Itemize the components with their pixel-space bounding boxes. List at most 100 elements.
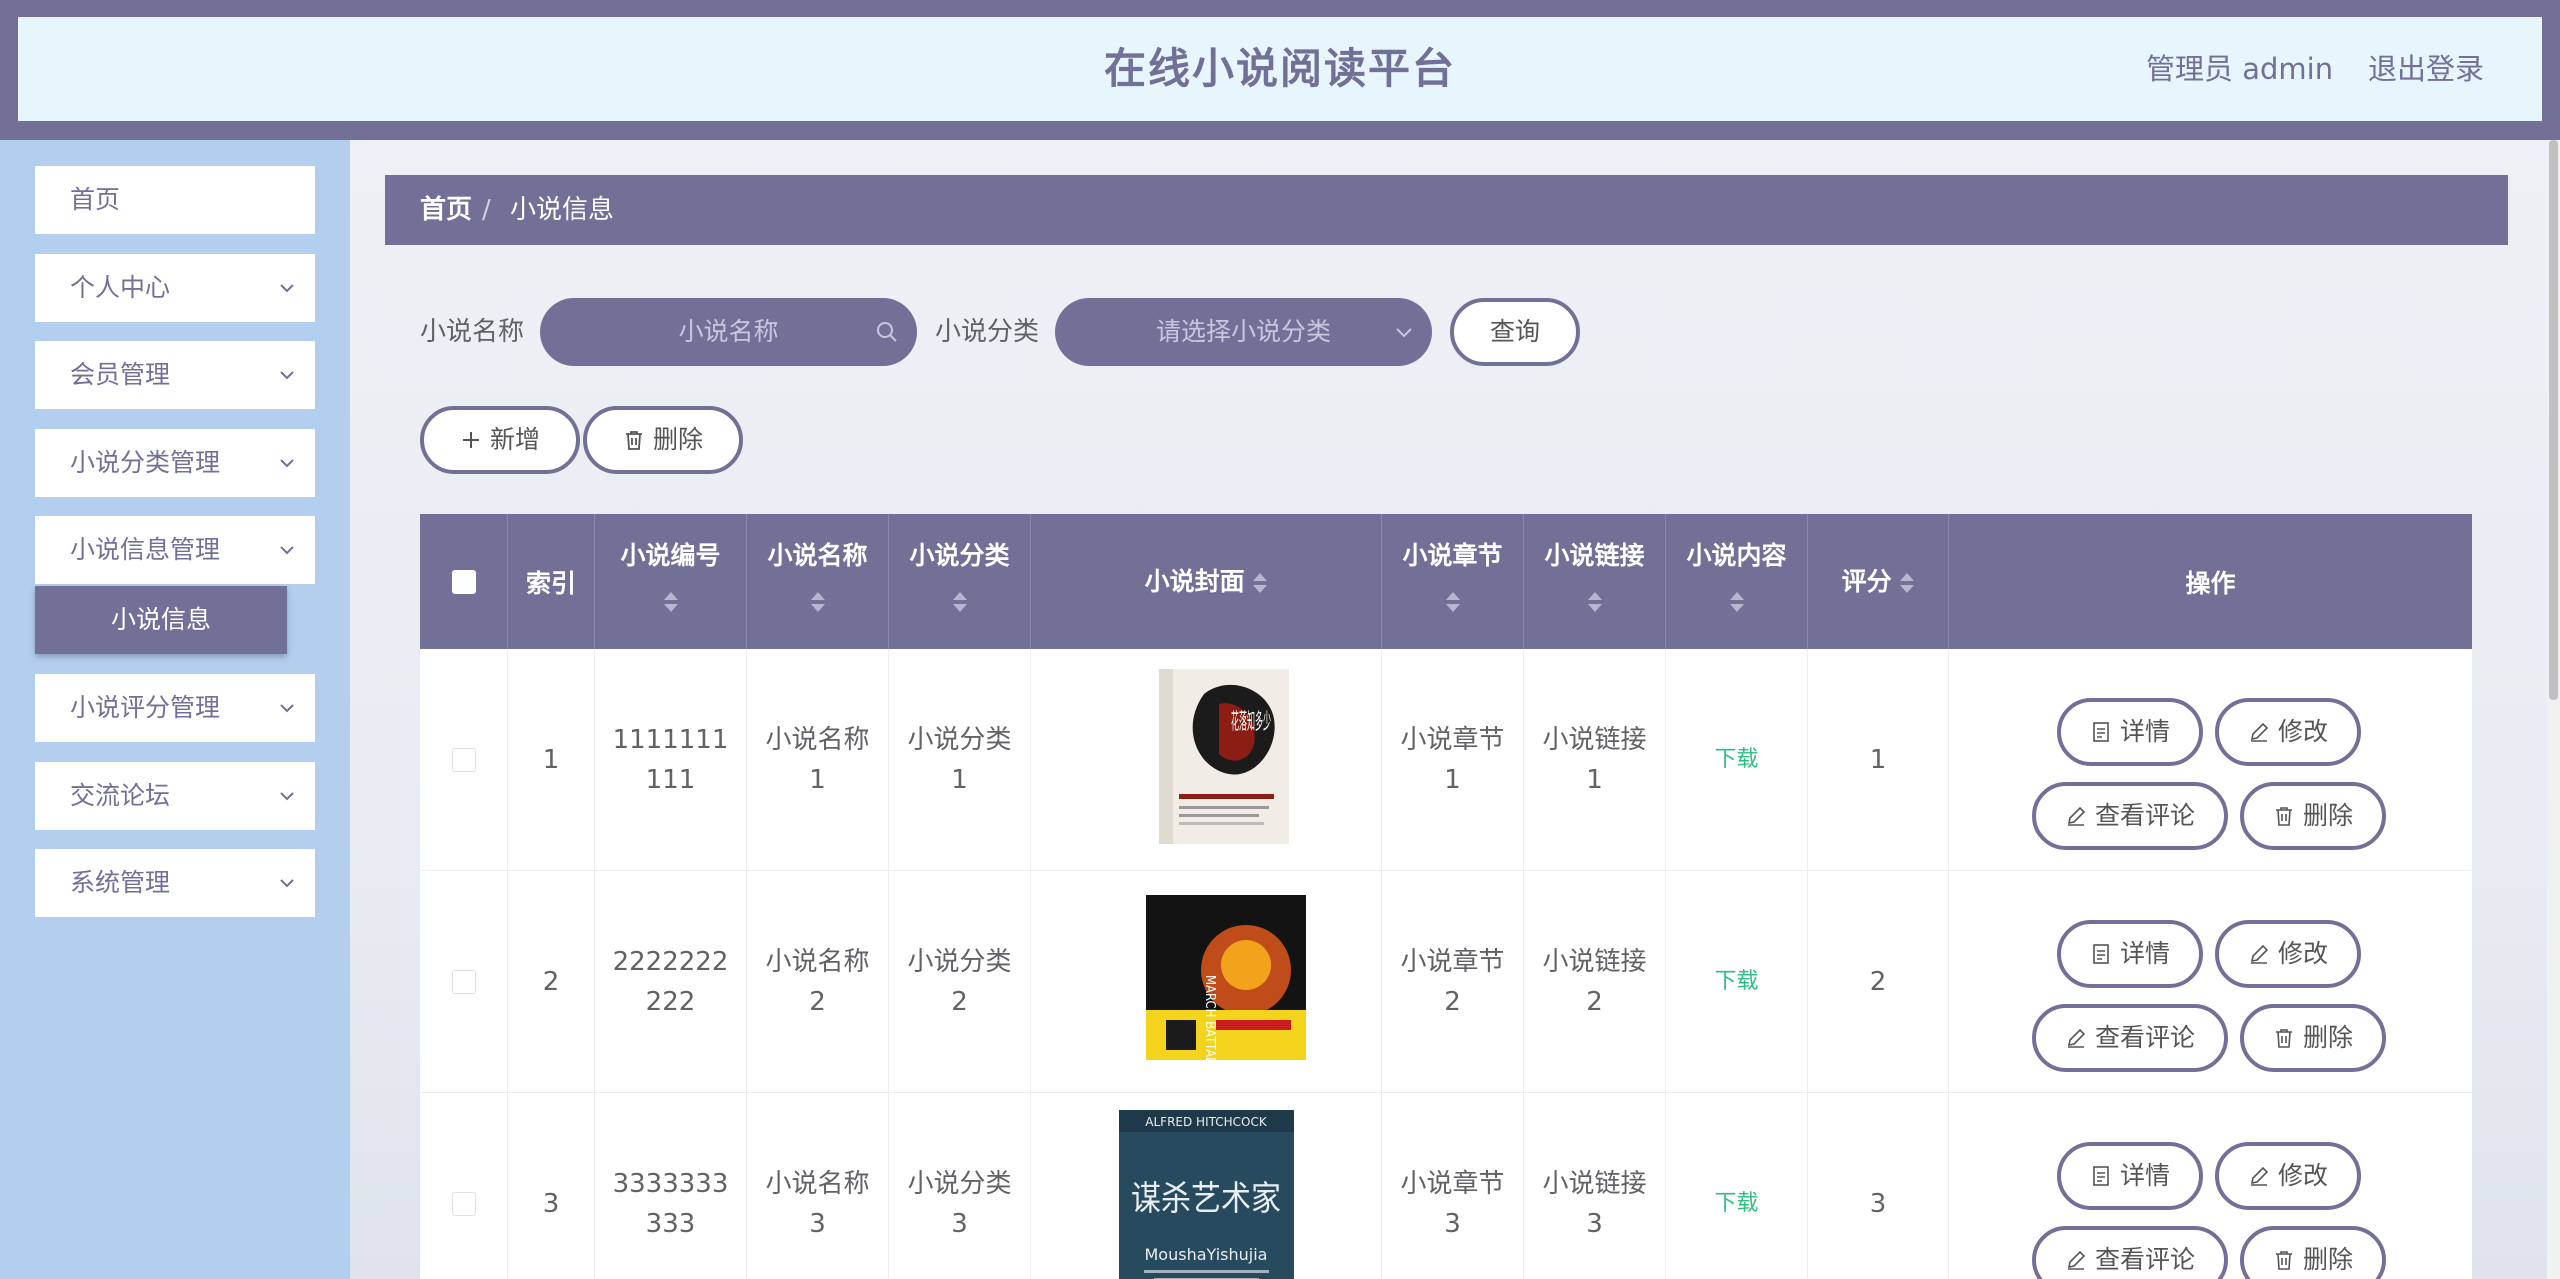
header-content-label: 小说内容: [1686, 541, 1787, 570]
cell-link: 小说链接1: [1524, 649, 1666, 870]
edit-icon: [2250, 722, 2269, 742]
edit-button-label: 修改: [2277, 1161, 2328, 1190]
sidebar-item-rating-management[interactable]: 小说评分管理: [35, 674, 315, 742]
cover-author-text: ALFRED HITCHCOCK: [1145, 1115, 1268, 1129]
cell-actions: 详情 修改 查看评论 删除: [1949, 649, 2472, 870]
table-row: 3 3333333333 小说名称3 小说分类3 ALFRED HITCHCOC…: [420, 1093, 2472, 1279]
cell-content: 下载: [1666, 649, 1808, 870]
sort-icon[interactable]: [810, 590, 825, 614]
category-search-label: 小说分类: [935, 317, 1040, 347]
row-checkbox[interactable]: [451, 969, 476, 994]
header-name-label: 小说名称: [767, 541, 868, 570]
row-checkbox[interactable]: [451, 1191, 476, 1216]
detail-button-label: 详情: [2119, 1161, 2170, 1190]
logout-link[interactable]: 退出登录: [2368, 17, 2484, 121]
sort-icon[interactable]: [1587, 590, 1602, 614]
query-button[interactable]: 查询: [1450, 298, 1580, 366]
delete-button[interactable]: 删除: [2240, 782, 2386, 850]
sort-icon[interactable]: [663, 590, 678, 614]
header-name[interactable]: 小说名称: [747, 514, 889, 649]
cell-code: 2222222222: [595, 871, 747, 1092]
row-select-cell: [420, 649, 508, 870]
sidebar-item-forum[interactable]: 交流论坛: [35, 762, 315, 830]
scrollbar-thumb[interactable]: [2549, 140, 2558, 700]
sidebar-item-novel-management[interactable]: 小说信息管理: [35, 516, 315, 584]
select-all-checkbox[interactable]: [451, 569, 476, 594]
header-score-label: 评分: [1841, 567, 1892, 596]
category-select[interactable]: 请选择小说分类: [1055, 298, 1432, 366]
sidebar-item-home[interactable]: 首页: [35, 166, 315, 234]
sidebar-item-system-management[interactable]: 系统管理: [35, 849, 315, 917]
detail-button[interactable]: 详情: [2057, 920, 2203, 988]
breadcrumb-home[interactable]: 首页: [420, 175, 472, 245]
sidebar-item-label: 首页: [70, 185, 121, 214]
delete-button[interactable]: 删除: [2240, 1226, 2386, 1279]
sort-icon[interactable]: [1729, 590, 1744, 614]
delete-button[interactable]: 删除: [2240, 1004, 2386, 1072]
download-link[interactable]: 下载: [1714, 962, 1758, 1002]
cell-category: 小说分类1: [889, 649, 1031, 870]
select-all-cell: [420, 514, 508, 649]
document-icon: [2093, 1166, 2109, 1186]
cell-index: 3: [508, 1093, 595, 1279]
detail-button-label: 详情: [2119, 717, 2170, 746]
cell-category: 小说分类3: [889, 1093, 1031, 1279]
cell-chapter: 小说章节1: [1382, 649, 1524, 870]
cover-image[interactable]: ALFRED HITCHCOCK 谋杀艺术家 MoushaYishujia: [1119, 1110, 1294, 1279]
sort-icon[interactable]: [1900, 571, 1915, 595]
cell-link: 小说链接2: [1524, 871, 1666, 1092]
page-scrollbar[interactable]: [2547, 140, 2560, 1279]
sidebar-item-personal-center[interactable]: 个人中心: [35, 254, 315, 322]
header-category[interactable]: 小说分类: [889, 514, 1031, 649]
delete-button-label: 删除: [2302, 1023, 2353, 1052]
name-search-placeholder: 小说名称: [678, 317, 779, 346]
cover-pinyin-text: MoushaYishujia: [1145, 1245, 1268, 1264]
view-comments-button[interactable]: 查看评论: [2032, 1226, 2228, 1279]
header-link-label: 小说链接: [1544, 541, 1645, 570]
view-comments-button[interactable]: 查看评论: [2032, 782, 2228, 850]
detail-button[interactable]: 详情: [2057, 698, 2203, 766]
novel-table: 索引 小说编号 小说名称 小说分类 小说封面 小说章节 小说链接 小说内容 评分…: [420, 514, 2472, 1279]
delete-button-label: 删除: [2302, 801, 2353, 830]
download-link[interactable]: 下载: [1714, 1184, 1758, 1224]
sidebar-item-label: 交流论坛: [70, 781, 171, 810]
header-chapter[interactable]: 小说章节: [1382, 514, 1524, 649]
sidebar-item-category-management[interactable]: 小说分类管理: [35, 429, 315, 497]
edit-icon: [2250, 1166, 2269, 1186]
header-link[interactable]: 小说链接: [1524, 514, 1666, 649]
view-comments-button[interactable]: 查看评论: [2032, 1004, 2228, 1072]
detail-button[interactable]: 详情: [2057, 1142, 2203, 1210]
header-content[interactable]: 小说内容: [1666, 514, 1808, 649]
header-score[interactable]: 评分: [1808, 514, 1949, 649]
cell-cover: MARCH BATTALION: [1031, 871, 1382, 1092]
add-button[interactable]: 新增: [420, 406, 580, 474]
view-comments-label: 查看评论: [2094, 801, 2195, 830]
chevron-down-icon: [280, 704, 294, 713]
search-icon: [877, 322, 897, 342]
header-code[interactable]: 小说编号: [595, 514, 747, 649]
sidebar-subitem-novel-info[interactable]: 小说信息: [35, 586, 287, 654]
cover-image[interactable]: MARCH BATTALION: [1146, 895, 1306, 1060]
admin-user-label: 管理员 admin: [2146, 52, 2334, 86]
download-link[interactable]: 下载: [1714, 740, 1758, 780]
cover-image[interactable]: 花落知多少: [1159, 669, 1289, 844]
header-cover[interactable]: 小说封面: [1031, 514, 1382, 649]
chevron-down-icon: [280, 284, 294, 293]
sort-icon[interactable]: [952, 590, 967, 614]
sidebar-item-member-management[interactable]: 会员管理: [35, 341, 315, 409]
row-checkbox[interactable]: [451, 747, 476, 772]
sort-icon[interactable]: [1445, 590, 1460, 614]
header-code-label: 小说编号: [620, 541, 721, 570]
edit-button[interactable]: 修改: [2215, 1142, 2361, 1210]
trash-icon: [626, 431, 643, 450]
name-search-input[interactable]: 小说名称: [540, 298, 917, 366]
batch-delete-label: 删除: [652, 425, 703, 454]
header-category-label: 小说分类: [909, 541, 1010, 570]
sort-icon[interactable]: [1253, 571, 1268, 595]
breadcrumb-separator: /: [482, 195, 491, 225]
edit-button[interactable]: 修改: [2215, 920, 2361, 988]
batch-delete-button[interactable]: 删除: [583, 406, 743, 474]
cell-cover: 花落知多少: [1031, 649, 1382, 870]
document-icon: [2093, 722, 2109, 742]
edit-button[interactable]: 修改: [2215, 698, 2361, 766]
